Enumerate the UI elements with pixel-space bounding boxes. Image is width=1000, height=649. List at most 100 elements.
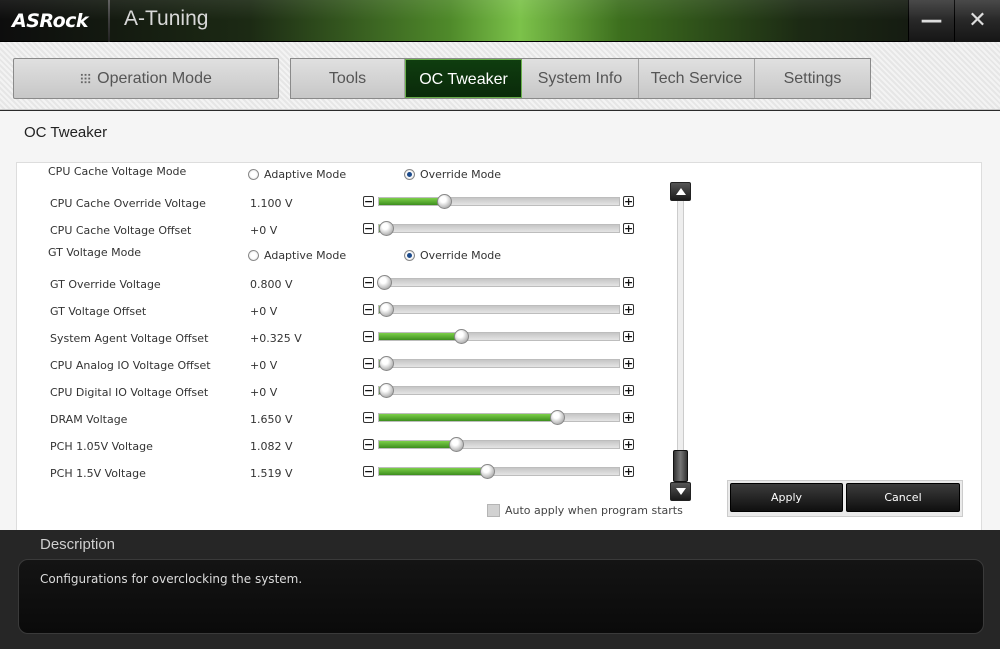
title-divider [108,0,110,42]
slider-knob[interactable] [379,302,395,317]
decrease-button[interactable]: − [363,466,374,477]
setting-value: 1.082 V [250,440,293,453]
grid-icon [80,73,92,84]
increase-button[interactable]: + [623,223,634,234]
radio-icon [248,250,259,261]
voltage-slider[interactable] [378,437,620,452]
arrow-up-icon [675,188,686,195]
decrease-button[interactable]: − [363,196,374,207]
description-box: Configurations for overclocking the syst… [18,559,984,634]
voltage-slider[interactable] [376,275,620,290]
slider-fill [379,468,487,475]
decrease-button[interactable]: − [363,439,374,450]
setting-label: CPU Analog IO Voltage Offset [50,359,211,372]
increase-button[interactable]: + [623,196,634,207]
radio-label: Adaptive Mode [264,168,347,181]
voltage-slider[interactable] [378,464,620,479]
tab-tools[interactable]: Tools [291,59,405,98]
slider-knob[interactable] [376,275,392,290]
vertical-scrollbar[interactable] [670,182,691,501]
radio-selected-icon [404,169,415,180]
slider-knob[interactable] [436,194,452,209]
operation-mode-button[interactable]: Operation Mode [13,58,279,99]
voltage-slider[interactable] [378,302,620,317]
scrollbar-track[interactable] [677,200,684,484]
page-title: OC Tweaker [24,124,108,141]
increase-button[interactable]: + [623,304,634,315]
increase-button[interactable]: + [623,439,634,450]
slider-knob[interactable] [379,383,395,398]
decrease-button[interactable]: − [363,223,374,234]
voltage-slider[interactable] [378,410,620,425]
setting-value: +0 V [250,305,278,318]
tab-settings[interactable]: Settings [755,59,870,98]
cancel-button[interactable]: Cancel [846,483,960,512]
setting-value: +0 V [250,386,278,399]
slider-fill [379,414,557,421]
scrollbar-thumb[interactable] [673,450,688,482]
slider-knob[interactable] [448,437,464,452]
decrease-button[interactable]: − [363,358,374,369]
radio-label: Override Mode [420,249,502,262]
increase-button[interactable]: + [623,385,634,396]
slider-knob[interactable] [480,464,495,479]
setting-label: CPU Cache Voltage Mode [48,165,187,178]
setting-label: CPU Cache Override Voltage [50,197,206,210]
decrease-button[interactable]: − [363,304,374,315]
tab-bar: Tools OC Tweaker System Info Tech Servic… [290,58,871,99]
setting-value: 1.519 V [250,467,293,480]
voltage-slider[interactable] [378,194,620,209]
decrease-button[interactable]: − [363,331,374,342]
decrease-button[interactable]: − [363,412,374,423]
increase-button[interactable]: + [623,277,634,288]
slider-row: CPU Analog IO Voltage Offset +0 V − + [17,356,677,376]
decrease-button[interactable]: − [363,277,374,288]
slider-knob[interactable] [379,221,395,236]
decrease-button[interactable]: − [363,385,374,396]
increase-button[interactable]: + [623,412,634,423]
slider-row: DRAM Voltage 1.650 V − + [17,410,677,430]
voltage-slider[interactable] [378,329,620,344]
setting-label: GT Override Voltage [50,278,161,291]
voltage-slider[interactable] [378,221,620,236]
auto-apply-option[interactable]: Auto apply when program starts [487,504,683,517]
setting-label: CPU Cache Voltage Offset [50,224,192,237]
adaptive-mode-option[interactable]: Adaptive Mode [248,249,346,265]
voltage-slider[interactable] [378,383,620,398]
action-buttons: Apply Cancel [727,480,963,517]
arrow-down-icon [675,488,686,495]
setting-label: System Agent Voltage Offset [50,332,209,345]
tab-oc-tweaker[interactable]: OC Tweaker [405,59,522,98]
radio-label: Override Mode [420,168,502,181]
slider-knob[interactable] [379,356,395,371]
description-title: Description [40,536,116,553]
slider-knob[interactable] [549,410,565,425]
main-panel: OC Tweaker CPU Cache Voltage Mode Adapti… [0,111,1000,531]
scroll-up-button[interactable] [670,182,691,201]
setting-value: 0.800 V [250,278,293,291]
radio-selected-icon [404,250,415,261]
minimize-button[interactable]: — [908,0,954,42]
close-button[interactable]: ✕ [954,0,1000,42]
slider-fill [379,441,456,448]
override-mode-option[interactable]: Override Mode [404,249,501,265]
setting-value: +0.325 V [250,332,302,345]
apply-button[interactable]: Apply [730,483,843,512]
tab-tech-service[interactable]: Tech Service [639,59,755,98]
auto-apply-checkbox[interactable] [487,504,500,517]
increase-button[interactable]: + [623,358,634,369]
setting-label: PCH 1.5V Voltage [50,467,146,480]
tab-system-info[interactable]: System Info [522,59,639,98]
adaptive-mode-option[interactable]: Adaptive Mode [248,168,346,184]
slider-row: CPU Cache Voltage Offset +0 V − + [17,221,677,241]
radio-label: Adaptive Mode [264,249,347,262]
description-text: Configurations for overclocking the syst… [40,572,303,586]
setting-value: +0 V [250,359,278,372]
scroll-down-button[interactable] [670,482,691,501]
increase-button[interactable]: + [623,466,634,477]
override-mode-option[interactable]: Override Mode [404,168,501,184]
slider-row: System Agent Voltage Offset +0.325 V − + [17,329,677,349]
increase-button[interactable]: + [623,331,634,342]
slider-knob[interactable] [453,329,469,344]
voltage-slider[interactable] [378,356,620,371]
